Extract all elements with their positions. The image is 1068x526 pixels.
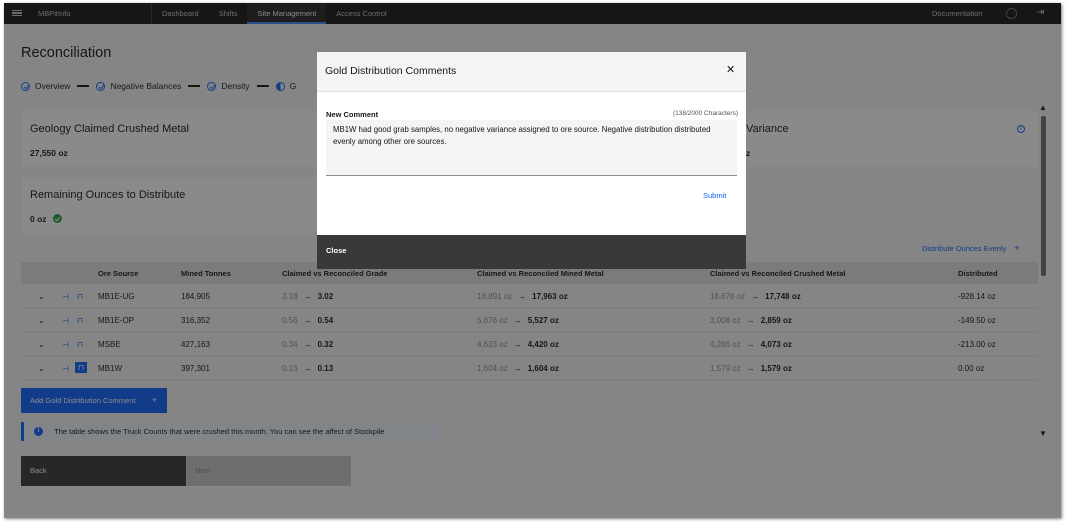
character-count: (138/2000 Characters) (672, 110, 738, 117)
comment-label: New Comment (326, 110, 379, 119)
close-icon[interactable]: ✕ (726, 63, 735, 76)
close-button[interactable]: Close (317, 235, 746, 269)
comment-textarea[interactable]: MB1W had good grab samples, no negative … (326, 120, 737, 176)
modal-header: Gold Distribution Comments ✕ (317, 52, 746, 92)
submit-button[interactable]: Submit (703, 191, 726, 200)
app-window: MBPitInfo Dashboard Shifts Site Manageme… (4, 3, 1061, 518)
comments-modal: Gold Distribution Comments ✕ New Comment… (317, 52, 746, 269)
modal-title: Gold Distribution Comments (325, 65, 457, 77)
